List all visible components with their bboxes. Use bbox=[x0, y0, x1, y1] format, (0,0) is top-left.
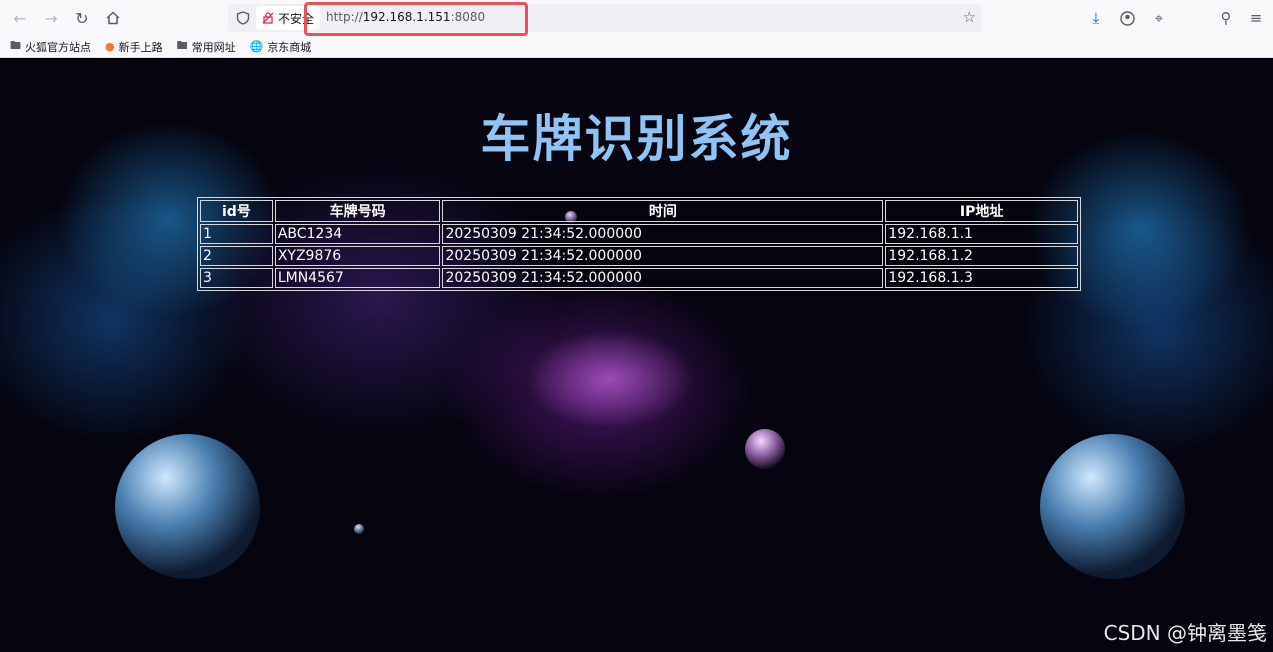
column-header-time: 时间 bbox=[442, 200, 884, 222]
download-icon: ⤓ bbox=[1092, 9, 1100, 27]
background-planet bbox=[1040, 434, 1185, 579]
table-row: 1 ABC1234 20250309 21:34:52.000000 192.1… bbox=[200, 224, 1078, 244]
url-bar[interactable]: 不安全 http://192.168.1.151:8080 ☆ bbox=[228, 4, 982, 32]
bookmark-item[interactable]: ● 新手上路 bbox=[105, 39, 163, 55]
folder-icon: 🖿 bbox=[176, 39, 188, 52]
firefox-icon: ● bbox=[105, 40, 115, 53]
cell-time: 20250309 21:34:52.000000 bbox=[442, 268, 884, 288]
menu-button[interactable]: ≡ bbox=[1241, 3, 1271, 33]
cell-plate: ABC1234 bbox=[274, 224, 441, 244]
bookmark-label: 常用网址 bbox=[191, 40, 236, 54]
security-label: 不安全 bbox=[278, 11, 315, 26]
home-button[interactable] bbox=[98, 3, 128, 33]
cell-id: 2 bbox=[200, 246, 273, 266]
background-planet bbox=[745, 429, 785, 469]
bookmark-item[interactable]: 🖿 火狐官方站点 bbox=[10, 37, 91, 56]
url-text[interactable]: http://192.168.1.151:8080 bbox=[326, 10, 485, 24]
url-scheme: http:// bbox=[326, 10, 363, 24]
account-icon bbox=[1119, 10, 1135, 26]
folder-icon: 🖿 bbox=[10, 39, 21, 52]
back-button[interactable]: ← bbox=[5, 3, 35, 33]
bookmark-label: 火狐官方站点 bbox=[25, 40, 91, 54]
plate-records-table: id号 车牌号码 时间 IP地址 1 ABC1234 20250309 21:3… bbox=[197, 197, 1081, 291]
cell-plate: LMN4567 bbox=[274, 268, 441, 288]
tracking-protection-button[interactable] bbox=[234, 9, 252, 27]
page-title: 车牌识别系统 bbox=[480, 110, 793, 168]
bookmark-item[interactable]: 🌐 京东商城 bbox=[250, 39, 312, 55]
url-host: 192.168.1.151 bbox=[362, 10, 451, 24]
column-header-id: id号 bbox=[200, 200, 273, 222]
table-row: 2 XYZ9876 20250309 21:34:52.000000 192.1… bbox=[200, 246, 1078, 266]
cell-id: 1 bbox=[200, 224, 273, 244]
security-indicator[interactable]: 不安全 bbox=[256, 6, 321, 30]
cell-plate: XYZ9876 bbox=[274, 246, 441, 266]
bookmark-star-button[interactable]: ☆ bbox=[963, 8, 976, 26]
cell-time: 20250309 21:34:52.000000 bbox=[442, 224, 884, 244]
watermark: CSDN @钟离墨笺 bbox=[1103, 621, 1267, 645]
cell-time: 20250309 21:34:52.000000 bbox=[442, 246, 884, 266]
arrow-right-icon: → bbox=[44, 8, 58, 28]
bookmarks-bar: 🖿 火狐官方站点 ● 新手上路 🖿 常用网址 🌐 京东商城 bbox=[0, 36, 1273, 58]
url-port: :8080 bbox=[450, 10, 486, 24]
forward-button[interactable]: → bbox=[36, 3, 66, 33]
globe-icon: 🌐 bbox=[249, 40, 264, 53]
arrow-left-icon: ← bbox=[13, 8, 27, 28]
cell-ip: 192.168.1.3 bbox=[885, 268, 1078, 288]
star-icon: ☆ bbox=[962, 8, 976, 26]
account-button[interactable] bbox=[1112, 3, 1142, 33]
broken-lock-icon bbox=[262, 12, 274, 24]
shield-icon bbox=[236, 11, 250, 25]
screenshot-button[interactable]: ⌖ bbox=[1144, 3, 1174, 33]
cell-ip: 192.168.1.1 bbox=[885, 224, 1078, 244]
bookmark-label: 京东商城 bbox=[267, 40, 312, 54]
reload-button[interactable]: ↻ bbox=[67, 3, 97, 33]
column-header-plate: 车牌号码 bbox=[274, 200, 441, 222]
hamburger-menu-icon: ≡ bbox=[1249, 9, 1263, 27]
bookmark-item[interactable]: 🖿 常用网址 bbox=[177, 37, 236, 56]
puzzle-icon: ⚲ bbox=[1220, 9, 1232, 27]
reload-icon: ↻ bbox=[75, 8, 89, 28]
crop-icon: ⌖ bbox=[1154, 9, 1164, 27]
extensions-button[interactable]: ⚲ bbox=[1211, 3, 1241, 33]
home-icon bbox=[106, 11, 120, 25]
browser-toolbar: ← → ↻ 不安全 http://192.168.1.151:8080 ☆ ⤓ … bbox=[0, 0, 1273, 36]
cell-id: 3 bbox=[200, 268, 273, 288]
cell-ip: 192.168.1.2 bbox=[885, 246, 1078, 266]
table-row: 3 LMN4567 20250309 21:34:52.000000 192.1… bbox=[200, 268, 1078, 288]
background-planet bbox=[115, 434, 260, 579]
page-content: 车牌识别系统 id号 车牌号码 时间 IP地址 1 ABC1234 202503… bbox=[0, 59, 1273, 652]
downloads-button[interactable]: ⤓ bbox=[1081, 3, 1111, 33]
bookmark-label: 新手上路 bbox=[118, 40, 163, 54]
column-header-ip: IP地址 bbox=[885, 200, 1078, 222]
table-header-row: id号 车牌号码 时间 IP地址 bbox=[200, 200, 1078, 222]
background-planet bbox=[354, 524, 364, 534]
